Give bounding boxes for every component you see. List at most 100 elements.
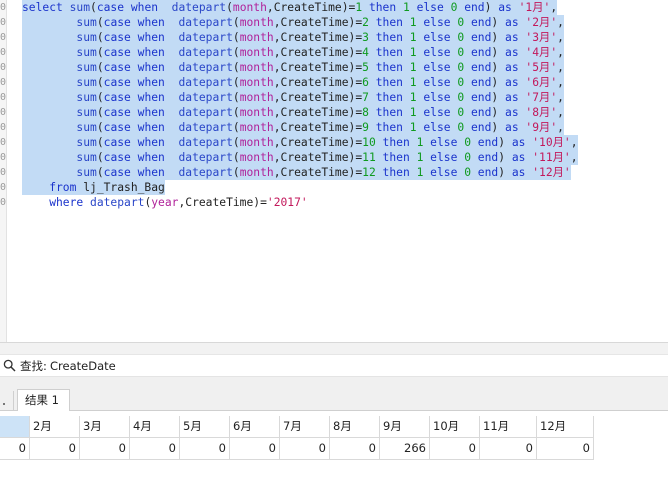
- grid-cell[interactable]: 0: [537, 438, 594, 460]
- code-token: ,CreateTime)=: [273, 166, 363, 179]
- code-token: ,CreateTime)=: [273, 106, 363, 119]
- code-token: ,CreateTime)=: [273, 136, 363, 149]
- column-header[interactable]: 3月: [80, 416, 130, 438]
- code-token: case: [103, 166, 138, 179]
- code-token: then: [375, 91, 410, 104]
- code-token: then: [375, 16, 410, 29]
- code-token: end: [471, 61, 492, 74]
- column-header[interactable]: 6月: [230, 416, 280, 438]
- grid-cell[interactable]: 0: [280, 438, 330, 460]
- grid-cell[interactable]: 0: [130, 438, 180, 460]
- code-line[interactable]: sum(case when datepart(month,CreateTime)…: [22, 75, 564, 90]
- grid-cell[interactable]: 0: [0, 438, 30, 460]
- grid-cell[interactable]: 266: [380, 438, 430, 460]
- code-token: 7: [362, 91, 376, 104]
- code-line[interactable]: sum(case when datepart(month,CreateTime)…: [22, 135, 578, 150]
- grid-cell[interactable]: 0: [80, 438, 130, 460]
- code-line[interactable]: sum(case when datepart(month,CreateTime)…: [22, 60, 564, 75]
- code-line[interactable]: sum(case when datepart(month,CreateTime)…: [22, 90, 564, 105]
- code-token: then: [382, 166, 417, 179]
- code-token: select: [22, 1, 70, 14]
- column-header[interactable]: 8月: [330, 416, 380, 438]
- grid-cell[interactable]: 0: [180, 438, 230, 460]
- code-token: '12月': [532, 166, 571, 179]
- code-token: else: [430, 151, 465, 164]
- code-token: sum: [22, 16, 97, 29]
- code-token: sum: [22, 91, 97, 104]
- code-token: (: [96, 151, 104, 164]
- code-line[interactable]: select sum(case when datepart(month,Crea…: [22, 0, 558, 15]
- results-tab-strip: 结果 1: [0, 385, 668, 411]
- code-token: when: [137, 136, 179, 149]
- code-token: ,: [557, 121, 564, 134]
- code-line[interactable]: sum(case when datepart(month,CreateTime)…: [22, 45, 564, 60]
- code-line[interactable]: where datepart(year,CreateTime)='2017': [22, 195, 308, 210]
- code-token: ,: [557, 106, 564, 119]
- code-token: month: [232, 1, 267, 14]
- code-token: ,: [557, 76, 564, 89]
- code-token: ,: [557, 91, 564, 104]
- code-token: end: [471, 106, 492, 119]
- column-header[interactable]: 11月: [480, 416, 537, 438]
- grid-cell[interactable]: 0: [30, 438, 80, 460]
- column-header[interactable]: 9月: [380, 416, 430, 438]
- code-line[interactable]: sum(case when datepart(month,CreateTime)…: [22, 30, 564, 45]
- code-token: end: [471, 91, 492, 104]
- code-line[interactable]: sum(case when datepart(month,CreateTime)…: [22, 120, 564, 135]
- column-header[interactable]: 2月: [30, 416, 80, 438]
- tab-scroll-left-button[interactable]: [0, 391, 14, 411]
- code-token: ,: [570, 151, 578, 164]
- column-header[interactable]: [0, 416, 30, 438]
- code-token: (: [96, 46, 104, 59]
- code-line[interactable]: from lj_Trash_Bag: [22, 180, 165, 195]
- grid-cell[interactable]: 0: [330, 438, 380, 460]
- code-token: 0: [464, 166, 478, 179]
- sql-editor[interactable]: 00000000000000 select sum(case when date…: [0, 0, 668, 342]
- column-header[interactable]: 7月: [280, 416, 330, 438]
- code-token: case: [103, 151, 138, 164]
- code-line[interactable]: sum(case when datepart(month,CreateTime)…: [22, 15, 564, 30]
- column-header[interactable]: 4月: [130, 416, 180, 438]
- column-header[interactable]: 5月: [180, 416, 230, 438]
- code-line[interactable]: sum(case when datepart(month,CreateTime)…: [22, 165, 571, 180]
- results-panel: 结果 1 0 2月 0 3月 0 4月 0 5月 0 6月 0 7月 0 8月 0 9月 266 10月 0 11月 0…: [0, 377, 668, 498]
- code-token: ,CreateTime)=: [273, 76, 363, 89]
- code-token: ): [491, 16, 506, 29]
- line-number: 0: [0, 122, 6, 133]
- results-grid[interactable]: 0 2月 0 3月 0 4月 0 5月 0 6月 0 7月 0 8月 0 9月 266 10月 0 11月 0 12月 0: [0, 411, 668, 498]
- code-token: end: [471, 31, 492, 44]
- code-token: (: [232, 76, 240, 89]
- code-token: then: [382, 136, 417, 149]
- code-token: datepart: [178, 61, 233, 74]
- code-token: month: [239, 61, 274, 74]
- code-token: (: [96, 76, 104, 89]
- code-token: sum: [22, 61, 97, 74]
- code-token: month: [239, 31, 274, 44]
- pane-splitter[interactable]: [0, 342, 668, 355]
- code-token: month: [239, 76, 274, 89]
- code-token: ): [498, 151, 512, 164]
- code-token: month: [239, 16, 274, 29]
- grid-cell[interactable]: 0: [480, 438, 537, 460]
- code-token: else: [430, 166, 465, 179]
- column-header[interactable]: 12月: [537, 416, 594, 438]
- code-token: '7月': [525, 91, 558, 104]
- code-token: datepart: [178, 16, 233, 29]
- line-number: 0: [0, 2, 6, 13]
- code-token: else: [423, 16, 458, 29]
- line-number: 0: [0, 32, 6, 43]
- code-token: as: [505, 76, 526, 89]
- code-token: ,CreateTime)=: [178, 196, 267, 209]
- grid-cell[interactable]: 0: [430, 438, 480, 460]
- find-input[interactable]: CreateDate: [50, 359, 116, 373]
- code-line[interactable]: sum(case when datepart(month,CreateTime)…: [22, 150, 578, 165]
- code-token: datepart: [90, 196, 145, 209]
- code-token: when: [137, 166, 179, 179]
- code-line[interactable]: sum(case when datepart(month,CreateTime)…: [22, 105, 564, 120]
- tab-result-1[interactable]: 结果 1: [17, 389, 70, 411]
- column-header[interactable]: 10月: [430, 416, 480, 438]
- code-token: month: [239, 91, 274, 104]
- code-token: end: [471, 16, 492, 29]
- search-icon[interactable]: [3, 359, 16, 372]
- grid-cell[interactable]: 0: [230, 438, 280, 460]
